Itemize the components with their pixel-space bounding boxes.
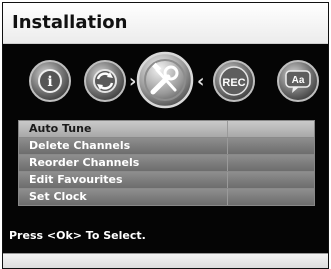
menu-item-label: Delete Channels: [19, 138, 228, 154]
recording-icon-label: REC: [222, 77, 245, 89]
footer-bar: [3, 253, 328, 268]
menu-item-label: Reorder Channels: [19, 155, 228, 171]
page-title: Installation: [12, 12, 128, 33]
subtitles-icon-label: Aa: [292, 75, 305, 86]
menu-item-label: Edit Favourites: [19, 172, 228, 188]
recording-icon[interactable]: REC: [213, 60, 255, 102]
left-arrow-icon: ‹: [197, 71, 204, 92]
menu-item-value: [228, 172, 314, 188]
menu-item-value: [228, 189, 314, 205]
menu-item-set-clock[interactable]: Set Clock: [19, 189, 314, 205]
menu-item-label: Set Clock: [19, 189, 228, 205]
title-bar: Installation: [3, 3, 328, 44]
menu-panel: i › ‹ REC Aa Auto Tune Delete Channels R…: [3, 44, 328, 253]
installation-tools-icon[interactable]: [136, 51, 194, 109]
right-arrow-icon: ›: [129, 71, 136, 92]
menu-item-value: [228, 155, 314, 171]
menu-item-delete-channels[interactable]: Delete Channels: [19, 138, 314, 155]
help-hint: Press <Ok> To Select.: [9, 229, 146, 242]
menu-item-auto-tune[interactable]: Auto Tune: [19, 121, 314, 138]
menu-item-edit-favourites[interactable]: Edit Favourites: [19, 172, 314, 189]
menu-item-reorder-channels[interactable]: Reorder Channels: [19, 155, 314, 172]
subtitles-icon[interactable]: Aa: [277, 60, 319, 102]
menu-item-value: [228, 121, 314, 137]
info-icon[interactable]: i: [29, 60, 71, 102]
menu-item-label: Auto Tune: [19, 121, 228, 137]
installation-menu: Auto Tune Delete Channels Reorder Channe…: [18, 120, 315, 206]
info-icon-glyph: i: [47, 74, 52, 90]
category-icon-strip: i › ‹ REC Aa: [3, 48, 328, 112]
tuning-icon[interactable]: [84, 60, 126, 102]
tv-menu-screen: Installation i › ‹ REC Aa Auto Tune Dele…: [2, 2, 329, 269]
menu-item-value: [228, 138, 314, 154]
